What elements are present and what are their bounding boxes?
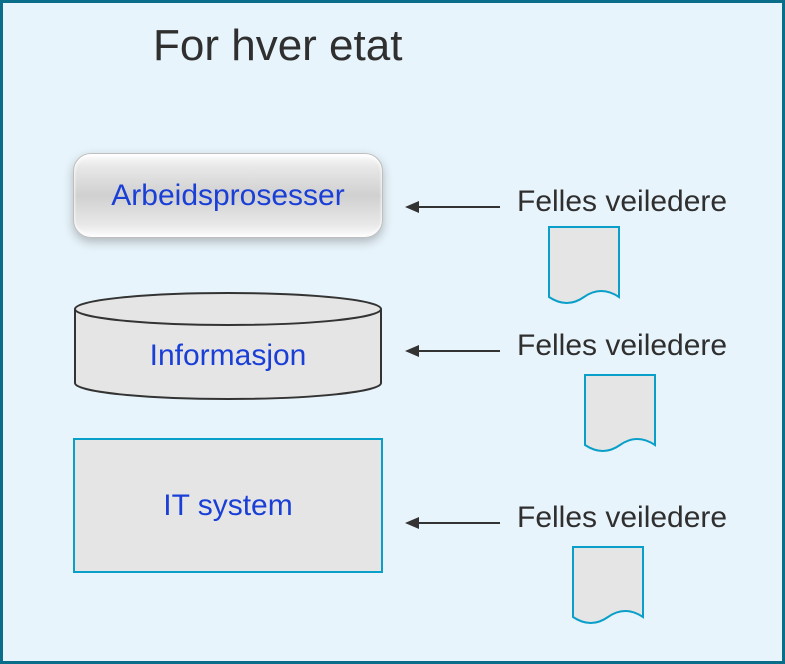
block-process-label: Arbeidsprosesser <box>111 179 344 213</box>
arrow-icon <box>405 197 500 217</box>
block-information-label: Informasjon <box>73 339 383 373</box>
document-icon <box>539 225 629 315</box>
arrow-icon <box>405 513 500 533</box>
block-it-system: IT system <box>73 438 383 573</box>
arrow-icon <box>405 341 500 361</box>
block-information: Informasjon <box>73 291 383 401</box>
guide-label-1: Felles veiledere <box>517 185 727 219</box>
document-icon <box>575 373 665 463</box>
guide-label-2: Felles veiledere <box>517 329 727 363</box>
page-title: For hver etat <box>153 21 402 71</box>
block-process: Arbeidsprosesser <box>73 153 383 238</box>
diagram-frame: For hver etat Arbeidsprosesser Informasj… <box>0 0 785 664</box>
block-it-system-label: IT system <box>163 489 292 523</box>
guide-label-3: Felles veiledere <box>517 501 727 535</box>
document-icon <box>563 545 653 635</box>
